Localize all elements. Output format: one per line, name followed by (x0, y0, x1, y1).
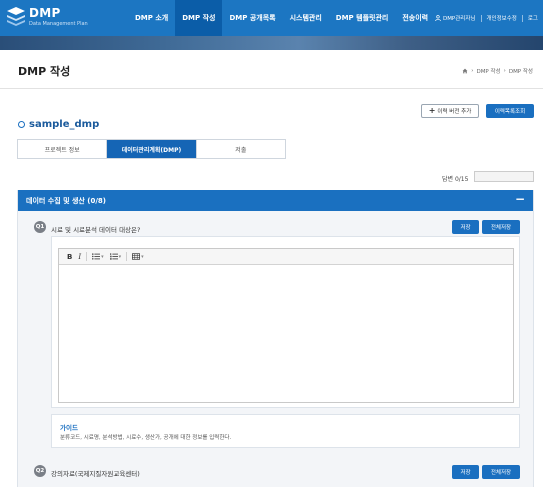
italic-icon: I (78, 252, 82, 261)
bold-icon: B (67, 252, 73, 261)
logo-subtitle: Data Management Plan (29, 21, 88, 27)
admin-user-label: DMP관리자님 (442, 16, 476, 22)
table-button[interactable]: ▾ (129, 251, 147, 263)
question-text: 강의자료(국제지질자원교육센터) (51, 470, 140, 478)
numbered-list-icon (109, 253, 118, 260)
breadcrumb-item[interactable]: DMP 작성 (476, 67, 500, 75)
top-header: DMP Data Management Plan DMP 소개 DMP 작성 D… (0, 0, 543, 36)
toolbar-divider (86, 252, 88, 261)
nav-dmp-public-list[interactable]: DMP 공개목록 (222, 0, 282, 36)
italic-button[interactable]: I (75, 251, 84, 263)
chevron-down-icon: ▾ (141, 253, 144, 260)
logo[interactable]: DMP Data Management Plan (6, 4, 116, 32)
breadcrumb-separator: › (471, 68, 474, 74)
chevron-down-icon: ▾ (118, 253, 122, 260)
header-banner (0, 36, 543, 50)
title-divider (0, 88, 543, 89)
project-heading: sample_dmp (18, 119, 99, 130)
section-title: 데이터 수집 및 생산 (0/8) (26, 197, 106, 205)
question-badge: Q2 (34, 465, 46, 477)
editor-toolbar: B I ▾ ▾ ▾ (59, 249, 513, 265)
nav-template-admin[interactable]: DMP 템플릿관리 (329, 0, 396, 36)
plus-icon: + (428, 106, 436, 115)
breadcrumb: › DMP 작성 › DMP 작성 (462, 67, 533, 75)
guide-text: 분류코드, 시료명, 분석방법, 시료수, 생산가, 공개에 대한 정보를 입력… (60, 435, 232, 441)
add-history-version-button[interactable]: + 이력 버전 추가 (421, 104, 479, 118)
answer-count-label: 답변 0/15 (442, 176, 469, 183)
profile-edit-link[interactable]: 개인정보수정 (482, 14, 522, 22)
save-button[interactable]: 저장 (452, 220, 479, 234)
save-button[interactable]: 저장 (452, 465, 479, 479)
numbered-list-button[interactable]: ▾ (107, 251, 125, 263)
project-bullet-icon (18, 121, 25, 128)
question-badge: Q1 (34, 221, 46, 233)
chevron-down-icon: ▾ (101, 253, 104, 260)
logout-link[interactable]: 로그 (523, 14, 543, 22)
guide-box: 가이드 분류코드, 시료명, 분석방법, 시료수, 생산가, 공개에 대한 정보… (51, 414, 520, 448)
project-name: sample_dmp (29, 119, 100, 130)
editor-content-area[interactable] (59, 265, 513, 403)
bullet-list-icon (92, 253, 101, 260)
tab-submit[interactable]: 저출 (195, 140, 285, 158)
nav-dmp-write[interactable]: DMP 작성 (175, 0, 223, 36)
main-nav: DMP 소개 DMP 작성 DMP 공개목록 시스템관리 DMP 템플릿관리 전… (128, 0, 435, 36)
home-icon[interactable] (462, 68, 468, 74)
logo-title: DMP (29, 6, 61, 20)
nav-system-admin[interactable]: 시스템관리 (283, 0, 329, 36)
rich-text-editor: B I ▾ ▾ ▾ (58, 248, 514, 403)
view-history-list-button[interactable]: 이력목록조회 (486, 104, 534, 118)
nav-dmp-intro[interactable]: DMP 소개 (128, 0, 175, 36)
bold-button[interactable]: B (64, 251, 75, 263)
guide-title: 가이드 (60, 424, 78, 432)
save-all-button[interactable]: 전체저장 (482, 465, 520, 479)
collapse-icon[interactable]: − (515, 193, 525, 205)
question-text: 시료 및 시료분석 데이터 대상은? (51, 226, 141, 234)
tab-project-info[interactable]: 프로젝트 정보 (18, 140, 107, 158)
utility-menu: DMP관리자님 개인정보수정 로그 (430, 0, 543, 36)
add-history-label: 이력 버전 추가 (437, 109, 472, 115)
answer-progress-box (474, 171, 534, 182)
logo-stack-icon (7, 7, 25, 26)
admin-user-link[interactable]: DMP관리자님 (430, 14, 481, 22)
bullet-list-button[interactable]: ▾ (89, 251, 107, 263)
tab-data-management-plan[interactable]: 데이터관리계획(DMP) (106, 140, 196, 158)
breadcrumb-separator: › (503, 68, 506, 74)
breadcrumb-current: DMP 작성 (508, 69, 533, 75)
save-all-button[interactable]: 전체저장 (482, 220, 520, 234)
question-answer-card: B I ▾ ▾ ▾ (51, 236, 520, 408)
user-icon (435, 15, 441, 21)
section-data-collection: 데이터 수집 및 생산 (0/8) − Q1 시료 및 시료분석 데이터 대상은… (17, 190, 534, 487)
dmp-tabs: 프로젝트 정보 데이터관리계획(DMP) 저출 (17, 139, 286, 159)
section-header[interactable]: 데이터 수집 및 생산 (0/8) − (18, 190, 533, 211)
toolbar-divider (126, 252, 128, 261)
table-icon (132, 253, 141, 260)
page-title: DMP 작성 (18, 65, 71, 78)
